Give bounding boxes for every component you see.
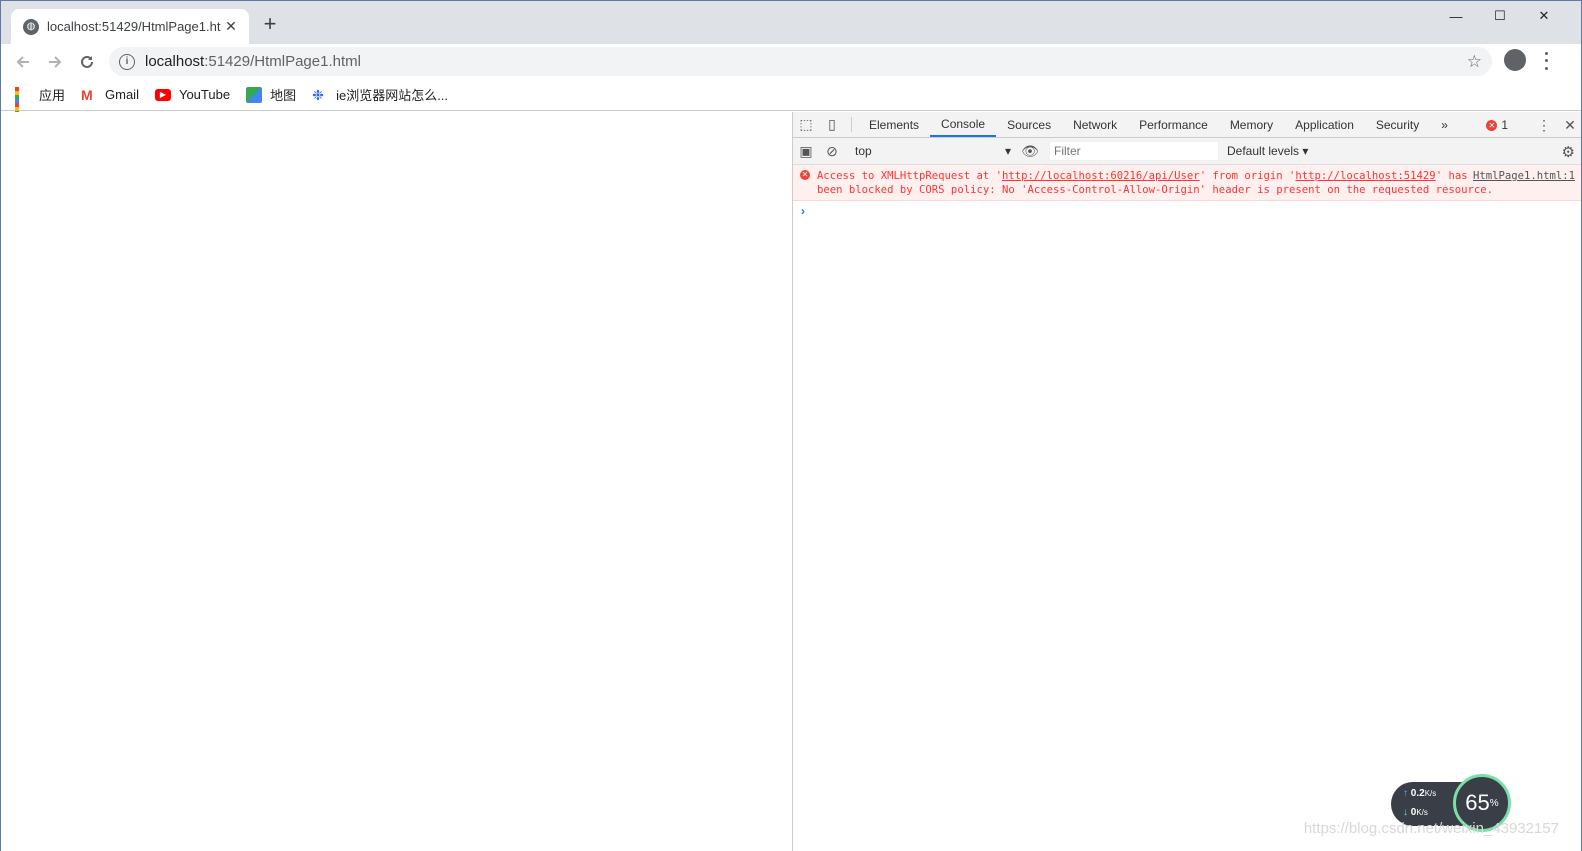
baidu-paw-icon: ❉: [312, 86, 324, 103]
bookmark-apps[interactable]: 应用: [15, 85, 66, 123]
live-expression-eye-icon[interactable]: 👁: [1017, 143, 1043, 160]
reload-icon: [81, 55, 93, 68]
devtools-panel: ⬚ ▯ Elements Console Sources Network Per…: [792, 112, 1581, 851]
download-unit: K/s: [1416, 808, 1428, 817]
tab-console[interactable]: Console: [930, 112, 997, 137]
error-count: 1: [1501, 118, 1508, 132]
context-value: top: [855, 144, 872, 158]
page-viewport[interactable]: [1, 112, 792, 851]
account-avatar-icon[interactable]: [1504, 49, 1526, 71]
devtools-right-controls: ✕ 1 ⋮ ✕: [1486, 112, 1581, 138]
youtube-icon: ▶: [154, 88, 171, 101]
site-info-icon[interactable]: i: [119, 53, 135, 70]
tab-elements[interactable]: Elements: [858, 112, 930, 137]
upload-value: 0.2: [1410, 788, 1425, 799]
maximize-button[interactable]: ☐: [1477, 1, 1523, 31]
console-prompt[interactable]: ›: [793, 201, 1581, 221]
bookmark-label: 地图: [270, 88, 297, 103]
bookmark-label: ie浏览器网站怎么...: [336, 88, 449, 103]
download-speed: ↓ 0K/s: [1403, 807, 1428, 818]
upload-arrow-icon: ↑: [1403, 788, 1408, 799]
back-button[interactable]: [11, 50, 35, 74]
minimize-button[interactable]: —: [1433, 1, 1479, 31]
globe-icon: ◍: [23, 18, 39, 35]
tab-performance[interactable]: Performance: [1128, 112, 1219, 137]
error-text-part: Access to XMLHttpRequest at ': [817, 170, 1002, 182]
back-arrow-icon: [16, 56, 29, 68]
url-path: :51429/HtmlPage1.html: [204, 53, 361, 70]
log-levels-dropdown[interactable]: Default levels ▾: [1227, 144, 1308, 158]
bookmark-maps[interactable]: 地图: [246, 85, 296, 104]
error-text-part: ' from origin ': [1199, 170, 1296, 182]
inspect-element-icon[interactable]: ⬚: [793, 112, 819, 137]
console-error-message: ✕ HtmlPage1.html:1 Access to XMLHttpRequ…: [793, 165, 1581, 201]
dropdown-arrow-icon: ▾: [1004, 144, 1011, 158]
error-request-link[interactable]: http://localhost:60216/api/User: [1002, 170, 1200, 182]
tab-security[interactable]: Security: [1365, 112, 1430, 137]
tab-network[interactable]: Network: [1062, 112, 1128, 137]
tab-strip: ◍ localhost:51429/HtmlPage1.ht ✕ + — ☐ ✕: [1, 1, 1581, 44]
error-icon: ✕: [1486, 119, 1498, 131]
tab-title: localhost:51429/HtmlPage1.ht: [47, 19, 221, 34]
new-tab-button[interactable]: +: [259, 13, 281, 36]
tab-sources[interactable]: Sources: [996, 112, 1062, 137]
upload-speed: ↑ 0.2K/s: [1403, 788, 1436, 799]
context-selector[interactable]: top ▾: [849, 141, 1017, 161]
devtools-tabbar: ⬚ ▯ Elements Console Sources Network Per…: [793, 112, 1581, 138]
browser-toolbar: i localhost:51429/HtmlPage1.html ☆: [1, 44, 1581, 79]
tab-application[interactable]: Application: [1284, 112, 1365, 137]
bookmark-youtube[interactable]: ▶ YouTube: [154, 87, 231, 102]
bookmark-gmail[interactable]: M Gmail: [81, 87, 139, 103]
browser-window: ◍ localhost:51429/HtmlPage1.ht ✕ + — ☐ ✕…: [0, 0, 1582, 851]
bookmark-label: YouTube: [178, 87, 231, 102]
forward-button[interactable]: [43, 50, 67, 74]
url-host: localhost: [145, 53, 205, 70]
error-origin-link[interactable]: http://localhost:51429: [1295, 170, 1435, 182]
bookmark-label: 应用: [39, 88, 66, 103]
tab-close-icon[interactable]: ✕: [223, 18, 239, 35]
bookmark-ie-question[interactable]: ❉ ie浏览器网站怎么...: [312, 85, 448, 104]
close-devtools-icon[interactable]: ✕: [1557, 117, 1581, 134]
gmail-icon: M: [81, 86, 93, 103]
device-toolbar-icon[interactable]: ▯: [819, 112, 845, 137]
address-bar[interactable]: i localhost:51429/HtmlPage1.html ☆: [109, 47, 1492, 76]
upload-unit: K/s: [1424, 789, 1437, 798]
more-tabs-button[interactable]: »: [1430, 112, 1459, 137]
show-sidebar-icon[interactable]: ▣: [793, 143, 819, 160]
forward-arrow-icon: [49, 56, 62, 68]
clear-console-icon[interactable]: ⊘: [819, 143, 845, 160]
close-window-button[interactable]: ✕: [1521, 1, 1567, 31]
message-source-link[interactable]: HtmlPage1.html:1: [1473, 169, 1575, 183]
error-icon: ✕: [800, 170, 810, 180]
browser-menu-icon[interactable]: [1541, 50, 1551, 72]
tab-memory[interactable]: Memory: [1219, 112, 1284, 137]
browser-tab[interactable]: ◍ localhost:51429/HtmlPage1.ht ✕: [11, 9, 249, 44]
apps-grid-icon: [15, 86, 31, 123]
watermark: https://blog.csdn.net/weixin_43932157: [1303, 820, 1559, 837]
bookmark-star-icon[interactable]: ☆: [1467, 52, 1482, 72]
bookmark-label: Gmail: [105, 87, 139, 102]
usage-percent: 65: [1465, 790, 1490, 815]
bookmarks-bar: 应用 M Gmail ▶ YouTube 地图 ❉ ie浏览器网站怎么...: [1, 79, 1581, 123]
console-toolbar: ▣ ⊘ top ▾ 👁 Default levels ▾ ⚙: [793, 138, 1581, 165]
usage-percent-unit: %: [1489, 797, 1499, 809]
console-filter-input[interactable]: [1049, 141, 1219, 161]
devtools-menu-icon[interactable]: ⋮: [1531, 117, 1557, 134]
error-counter[interactable]: ✕ 1: [1486, 118, 1508, 132]
reload-button[interactable]: [75, 50, 99, 74]
download-arrow-icon: ↓: [1403, 807, 1408, 818]
console-settings-gear-icon[interactable]: ⚙: [1562, 143, 1575, 161]
divider: [851, 117, 852, 132]
maps-icon: [246, 86, 263, 103]
